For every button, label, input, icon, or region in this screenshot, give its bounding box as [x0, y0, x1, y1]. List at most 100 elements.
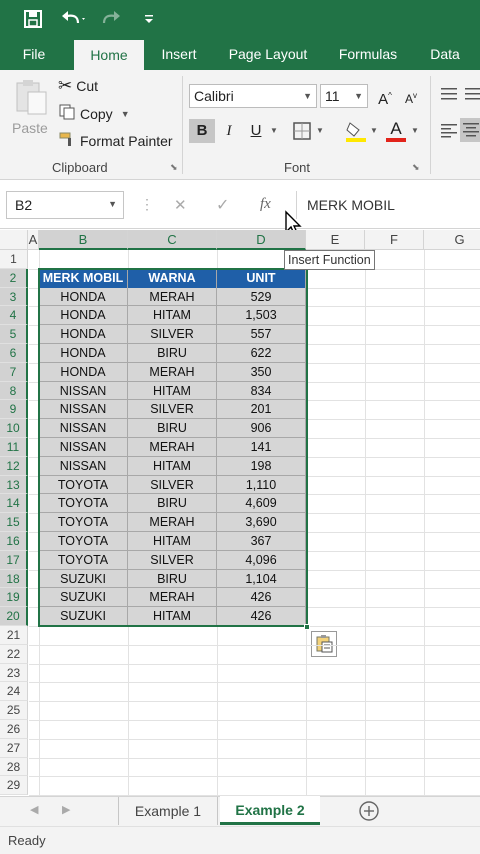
column-header-d[interactable]: D [217, 230, 306, 250]
gridline [29, 757, 480, 759]
dialog-launcher-icon[interactable]: ⬊ [412, 162, 420, 173]
row-header-17[interactable]: 17 [0, 550, 28, 570]
formula-input[interactable]: MERK MOBIL [296, 191, 480, 219]
row-header-20[interactable]: 20 [0, 607, 28, 626]
italic-button[interactable]: I [216, 119, 242, 143]
gridline [29, 795, 480, 797]
font-size-value: 11 [325, 88, 340, 104]
tab-formulas[interactable]: Formulas [332, 38, 404, 70]
add-sheet-icon[interactable] [358, 800, 380, 822]
chevron-down-icon: ▼ [108, 199, 117, 209]
clipboard-icon [14, 78, 48, 119]
customize-icon[interactable] [142, 12, 156, 26]
insert-function-icon[interactable]: fx [260, 196, 271, 213]
paste-button[interactable]: Paste [10, 76, 50, 148]
save-icon[interactable] [22, 8, 44, 30]
borders-icon[interactable] [292, 121, 312, 144]
copy-icon [58, 103, 76, 124]
row-header-5[interactable]: 5 [0, 325, 28, 344]
row-header-6[interactable]: 6 [0, 344, 28, 363]
chevron-down-icon[interactable]: ▼ [270, 126, 278, 135]
row-header-4[interactable]: 4 [0, 306, 28, 326]
fill-handle[interactable] [304, 624, 310, 630]
cut-button[interactable]: ✂ Cut [58, 76, 98, 96]
column-header-b[interactable]: B [39, 230, 128, 250]
row-header-3[interactable]: 3 [0, 287, 28, 307]
grow-font-button[interactable]: A^ [372, 84, 398, 108]
bold-button[interactable]: B [189, 119, 215, 143]
cancel-icon[interactable]: ✕ [174, 196, 187, 214]
status-bar: Ready [0, 826, 480, 854]
insert-function-tooltip: Insert Function [284, 250, 375, 270]
divider [430, 76, 431, 174]
shrink-font-button[interactable]: Av [398, 84, 424, 108]
row-header-23[interactable]: 23 [0, 663, 28, 683]
row-header-13[interactable]: 13 [0, 475, 28, 495]
tab-file[interactable]: File [12, 38, 56, 70]
tab-data[interactable]: Data [420, 38, 470, 70]
align-middle-icon[interactable] [464, 86, 480, 105]
font-name-select[interactable]: Calibri ▼ [189, 84, 317, 108]
scroll-left-icon[interactable]: ◀ [30, 803, 38, 816]
column-header-f[interactable]: F [365, 230, 424, 250]
sheet-tab-example-1[interactable]: Example 1 [118, 797, 218, 825]
row-header-1[interactable]: 1 [0, 250, 28, 269]
row-header-9[interactable]: 9 [0, 400, 28, 420]
scroll-right-icon[interactable]: ▶ [62, 803, 70, 816]
column-header-g[interactable]: G [424, 230, 480, 250]
row-header-2[interactable]: 2 [0, 268, 28, 288]
row-header-18[interactable]: 18 [0, 569, 28, 589]
column-header-e[interactable]: E [306, 230, 365, 250]
chevron-down-icon: ▼ [354, 91, 363, 101]
row-header-10[interactable]: 10 [0, 419, 28, 438]
name-box[interactable]: B2 ▼ [6, 191, 124, 219]
tab-insert[interactable]: Insert [152, 38, 206, 70]
row-header-24[interactable]: 24 [0, 682, 28, 702]
row-header-28[interactable]: 28 [0, 757, 28, 777]
gridline [424, 250, 425, 796]
align-top-icon[interactable] [440, 86, 458, 105]
row-header-27[interactable]: 27 [0, 738, 28, 758]
dialog-launcher-icon[interactable]: ⬊ [170, 162, 178, 173]
row-header-19[interactable]: 19 [0, 588, 28, 608]
row-header-15[interactable]: 15 [0, 513, 28, 532]
row-header-16[interactable]: 16 [0, 532, 28, 551]
select-all-corner[interactable] [0, 230, 28, 250]
gridline [29, 738, 480, 740]
gridline [29, 701, 480, 703]
align-left-icon[interactable] [440, 122, 458, 141]
row-header-11[interactable]: 11 [0, 438, 28, 457]
redo-icon [98, 7, 128, 31]
row-header-26[interactable]: 26 [0, 720, 28, 739]
align-center-icon[interactable] [460, 118, 480, 142]
gridline [29, 720, 480, 721]
formula-value: MERK MOBIL [307, 197, 395, 213]
font-color-swatch [386, 138, 406, 142]
tab-home[interactable]: Home [74, 40, 144, 70]
row-header-29[interactable]: 29 [0, 776, 28, 796]
chevron-down-icon[interactable]: ▼ [370, 126, 378, 135]
chevron-down-icon[interactable]: ▼ [411, 126, 419, 135]
sheet-tab-example-2[interactable]: Example 2 [220, 796, 320, 825]
grow-font-icon: A [378, 91, 389, 108]
copy-button[interactable]: Copy ▼ [58, 103, 130, 124]
row-header-14[interactable]: 14 [0, 494, 28, 514]
column-header-c[interactable]: C [128, 230, 217, 250]
format-painter-button[interactable]: Format Painter [58, 130, 173, 151]
fill-color-icon[interactable] [344, 119, 368, 146]
font-size-select[interactable]: 11 ▼ [320, 84, 368, 108]
italic-icon: I [226, 123, 232, 139]
tab-page-layout[interactable]: Page Layout [222, 38, 314, 70]
row-header-12[interactable]: 12 [0, 456, 28, 476]
enter-icon[interactable]: ✓ [216, 195, 229, 215]
undo-icon[interactable] [58, 7, 88, 31]
row-header-8[interactable]: 8 [0, 381, 28, 401]
row-header-21[interactable]: 21 [0, 626, 28, 645]
underline-button[interactable]: U [243, 119, 269, 143]
row-header-7[interactable]: 7 [0, 362, 28, 382]
column-header-a[interactable]: A [28, 230, 39, 250]
row-header-25[interactable]: 25 [0, 701, 28, 720]
font-color-icon[interactable]: A [386, 119, 406, 143]
chevron-down-icon[interactable]: ▼ [316, 126, 324, 135]
row-header-22[interactable]: 22 [0, 644, 28, 664]
